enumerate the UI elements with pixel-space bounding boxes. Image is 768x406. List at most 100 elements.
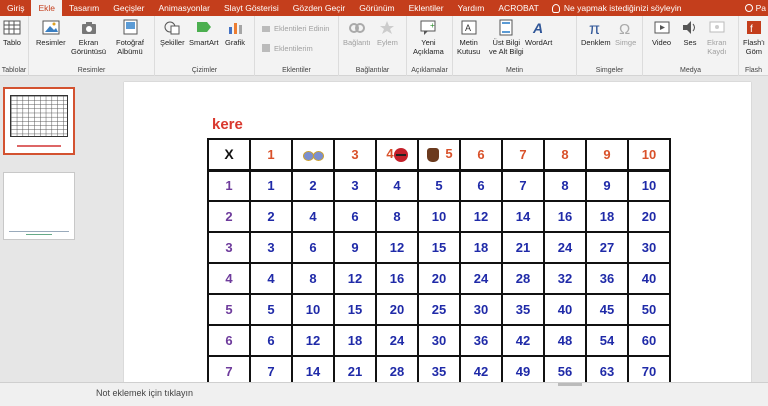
tab-10[interactable]: ACROBAT	[491, 0, 545, 16]
product-cell[interactable]: 56	[543, 355, 587, 382]
product-cell[interactable]: 10	[627, 169, 671, 202]
screenshot-button[interactable]: Ekran Görüntüsü	[71, 19, 106, 56]
scrollbar-thumb[interactable]	[558, 383, 582, 386]
tab-5[interactable]: Slayt Gösterisi	[217, 0, 286, 16]
product-cell[interactable]: 6	[459, 169, 503, 202]
product-cell[interactable]: 3	[249, 231, 293, 264]
product-cell[interactable]: 12	[333, 262, 377, 295]
product-cell[interactable]: 7	[501, 169, 545, 202]
product-cell[interactable]: 12	[375, 231, 419, 264]
product-cell[interactable]: 35	[501, 293, 545, 326]
product-cell[interactable]: 30	[417, 324, 461, 357]
slide-title[interactable]: kere	[212, 116, 243, 133]
product-cell[interactable]: 10	[291, 293, 335, 326]
product-cell[interactable]: 21	[333, 355, 377, 382]
product-cell[interactable]: 60	[627, 324, 671, 357]
column-header-cell[interactable]: 7	[501, 138, 545, 171]
product-cell[interactable]: 9	[585, 169, 629, 202]
column-header-cell[interactable]	[291, 138, 335, 171]
embed-flash-button[interactable]: f Flash'ı Göm	[743, 19, 765, 56]
product-cell[interactable]: 8	[543, 169, 587, 202]
product-cell[interactable]: 36	[585, 262, 629, 295]
column-header-cell[interactable]: 8	[543, 138, 587, 171]
tab-3[interactable]: Geçişler	[106, 0, 151, 16]
product-cell[interactable]: 6	[291, 231, 335, 264]
product-cell[interactable]: 14	[501, 200, 545, 233]
wordart-button[interactable]: A WordArt	[525, 19, 552, 47]
product-cell[interactable]: 2	[249, 200, 293, 233]
tab-2[interactable]: Tasarım	[62, 0, 106, 16]
row-header-cell[interactable]: 4	[207, 262, 251, 295]
product-cell[interactable]: 24	[375, 324, 419, 357]
tab-8[interactable]: Eklentiler	[402, 0, 451, 16]
product-cell[interactable]: 15	[333, 293, 377, 326]
product-cell[interactable]: 50	[627, 293, 671, 326]
symbol-button[interactable]: Ω Simge	[615, 19, 636, 47]
product-cell[interactable]: 16	[375, 262, 419, 295]
product-cell[interactable]: 20	[375, 293, 419, 326]
column-header-cell[interactable]: 1	[249, 138, 293, 171]
tab-6[interactable]: Gözden Geçir	[286, 0, 352, 16]
header-footer-button[interactable]: Üst Bilgi ve Alt Bilgi	[489, 19, 524, 56]
row-header-cell[interactable]: 3	[207, 231, 251, 264]
product-cell[interactable]: 70	[627, 355, 671, 382]
product-cell[interactable]: 28	[375, 355, 419, 382]
product-cell[interactable]: 12	[291, 324, 335, 357]
product-cell[interactable]: 9	[333, 231, 377, 264]
product-cell[interactable]: 2	[291, 169, 335, 202]
product-cell[interactable]: 45	[585, 293, 629, 326]
product-cell[interactable]: 7	[249, 355, 293, 382]
product-cell[interactable]: 18	[333, 324, 377, 357]
shapes-button[interactable]: Şekiller	[160, 19, 185, 47]
video-button[interactable]: Video	[652, 19, 671, 47]
column-header-cell[interactable]: 4	[375, 138, 419, 171]
textbox-button[interactable]: A Metin Kutusu	[457, 19, 480, 56]
row-header-cell[interactable]: 5	[207, 293, 251, 326]
product-cell[interactable]: 10	[417, 200, 461, 233]
column-header-cell[interactable]: 9	[585, 138, 629, 171]
product-cell[interactable]: 40	[627, 262, 671, 295]
product-cell[interactable]: 4	[249, 262, 293, 295]
multiplication-table[interactable]: X 1 3 4 5 6 7 8 9 10 1 1 2 3 4 5 6 7 8 9 10 2 2 4 6 8 10 12 14 16 18 20…	[207, 138, 671, 382]
product-cell[interactable]: 54	[585, 324, 629, 357]
product-cell[interactable]: 40	[543, 293, 587, 326]
product-cell[interactable]: 1	[249, 169, 293, 202]
product-cell[interactable]: 25	[417, 293, 461, 326]
slide[interactable]: kere X 1 3 4 5 6 7 8 9 10 1 1 2 3 4 5 6 7 8 9 10 2 2 4 6 8 10 12 14 1…	[124, 82, 751, 382]
my-addins-button[interactable]: Eklentilerim	[261, 43, 313, 53]
tell-me-box[interactable]: Ne yapmak istediğinizi söyleyin	[546, 3, 682, 13]
product-cell[interactable]: 12	[459, 200, 503, 233]
photo-album-button[interactable]: Fotoğraf Albümü	[116, 19, 144, 56]
product-cell[interactable]: 42	[459, 355, 503, 382]
product-cell[interactable]: 8	[375, 200, 419, 233]
slide-thumbnail-1[interactable]	[3, 87, 75, 155]
product-cell[interactable]: 48	[543, 324, 587, 357]
chart-button[interactable]: Grafik	[225, 19, 245, 47]
row-header-cell[interactable]: 6	[207, 324, 251, 357]
audio-button[interactable]: Ses	[681, 19, 699, 47]
product-cell[interactable]: 15	[417, 231, 461, 264]
product-cell[interactable]: 42	[501, 324, 545, 357]
product-cell[interactable]: 24	[459, 262, 503, 295]
product-cell[interactable]: 30	[459, 293, 503, 326]
product-cell[interactable]: 6	[333, 200, 377, 233]
product-cell[interactable]: 5	[249, 293, 293, 326]
screen-recording-button[interactable]: Ekran Kaydı	[707, 19, 727, 56]
slide-thumbnail-2[interactable]	[3, 172, 75, 240]
tab-0[interactable]: Giriş	[0, 0, 31, 16]
new-comment-button[interactable]: + Yeni Açıklama	[413, 19, 444, 56]
product-cell[interactable]: 3	[333, 169, 377, 202]
product-cell[interactable]: 63	[585, 355, 629, 382]
product-cell[interactable]: 18	[585, 200, 629, 233]
product-cell[interactable]: 30	[627, 231, 671, 264]
table-button[interactable]: Tablo	[3, 19, 21, 47]
link-button[interactable]: Bağlantı	[343, 19, 371, 47]
product-cell[interactable]: 20	[417, 262, 461, 295]
product-cell[interactable]: 21	[501, 231, 545, 264]
row-header-cell[interactable]: 1	[207, 169, 251, 202]
product-cell[interactable]: 5	[417, 169, 461, 202]
product-cell[interactable]: 18	[459, 231, 503, 264]
user-account[interactable]: Pa	[744, 0, 768, 16]
product-cell[interactable]: 24	[543, 231, 587, 264]
product-cell[interactable]: 36	[459, 324, 503, 357]
